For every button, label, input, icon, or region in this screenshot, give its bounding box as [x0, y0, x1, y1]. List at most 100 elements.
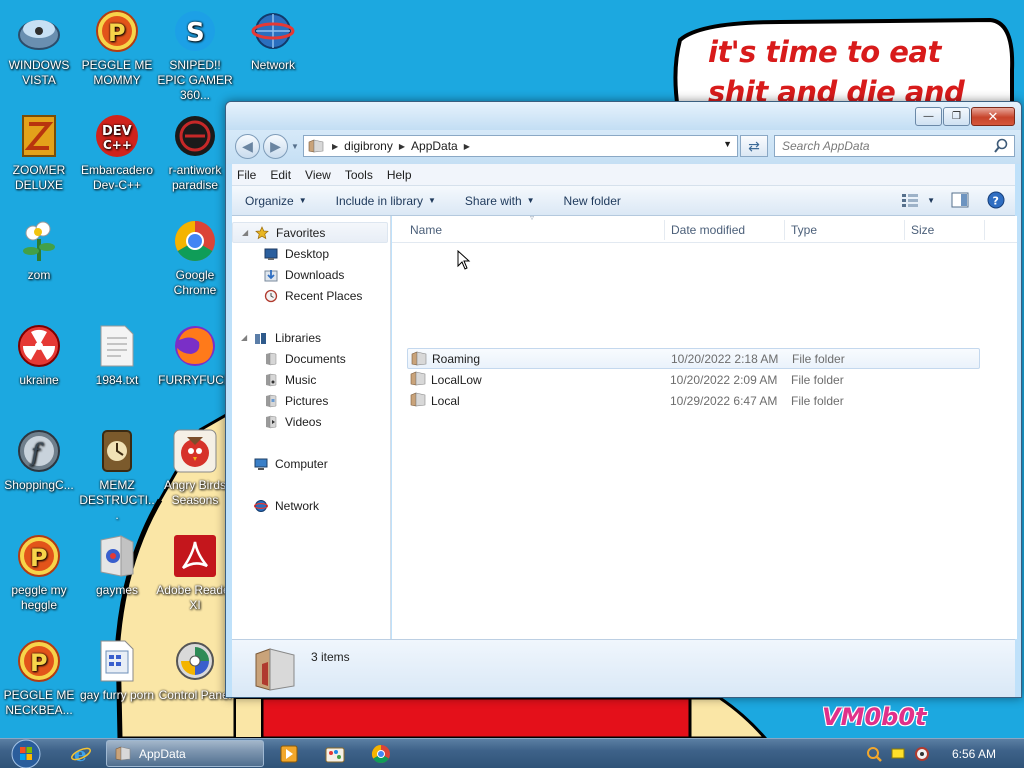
- angry-birds-icon: [172, 428, 218, 474]
- taskbar-chrome-button[interactable]: [358, 741, 404, 767]
- address-bar[interactable]: ▶ digibrony ▶ AppData ▶ ▼: [303, 135, 738, 157]
- taskbar-media-player-button[interactable]: [266, 741, 312, 767]
- menu-tools[interactable]: Tools: [345, 168, 373, 182]
- videos-icon: [266, 415, 277, 428]
- menu-help[interactable]: Help: [387, 168, 412, 182]
- desktop-icon-dev-cpp[interactable]: DEV C++ Embarcadero Dev-C++: [78, 113, 156, 193]
- media-player-icon: [280, 745, 298, 763]
- nav-downloads[interactable]: Downloads: [232, 264, 390, 285]
- menu-file[interactable]: File: [237, 168, 256, 182]
- nav-network[interactable]: Network: [232, 495, 390, 516]
- folder-icon: [308, 139, 324, 153]
- help-icon[interactable]: ?: [987, 191, 1005, 209]
- close-icon: ✕: [987, 108, 999, 124]
- back-button[interactable]: ◀: [235, 134, 260, 159]
- computer-icon: [254, 458, 268, 470]
- preview-pane-icon[interactable]: [951, 192, 969, 208]
- file-row-roaming[interactable]: Roaming 10/20/2022 2:18 AM File folder: [407, 348, 980, 369]
- menu-edit[interactable]: Edit: [270, 168, 291, 182]
- recent-pages-chevron-icon[interactable]: ▼: [291, 142, 299, 151]
- desktop-icon-gaymes[interactable]: gaymes: [78, 533, 156, 598]
- recent-places-icon: [264, 289, 278, 302]
- html-file-icon: [94, 638, 140, 684]
- item-count: 3 items: [311, 650, 350, 664]
- address-row: ◀ ▶ ▼ ▶ digibrony ▶ AppData ▶ ▼ ⇄ Search…: [226, 130, 1021, 164]
- file-name: Local: [431, 393, 460, 408]
- nav-videos[interactable]: Videos: [232, 411, 390, 432]
- details-pane: 3 items: [232, 639, 1015, 697]
- desktop-icon-r-antiwork[interactable]: r-antiwork paradise: [156, 113, 234, 193]
- view-options-icon[interactable]: [901, 193, 919, 207]
- menu-view[interactable]: View: [305, 168, 331, 182]
- chevron-down-icon[interactable]: ▼: [927, 196, 935, 205]
- minimize-button[interactable]: —: [915, 107, 942, 126]
- column-header-date-modified[interactable]: Date modified: [671, 223, 745, 237]
- desktop-icon-adobe-reader[interactable]: Adobe Reader XI: [156, 533, 234, 613]
- desktop-icon-memz[interactable]: MEMZ DESTRUCTI...: [78, 428, 156, 523]
- file-row-local[interactable]: Local 10/29/2022 6:47 AM File folder: [407, 390, 980, 411]
- svg-text:?: ?: [993, 195, 999, 208]
- desktop-icon-peggle-me-neckbea[interactable]: P PEGGLE ME NECKBEA...: [0, 638, 78, 718]
- column-header-size[interactable]: Size: [911, 223, 934, 237]
- desktop-icon-1984-txt[interactable]: 1984.txt: [78, 323, 156, 388]
- breadcrumb-appdata[interactable]: AppData: [411, 139, 458, 153]
- nav-favorites[interactable]: ◢ Favorites: [232, 222, 388, 243]
- column-header-type[interactable]: Type: [791, 223, 817, 237]
- folder-icon: [115, 746, 131, 761]
- nav-libraries[interactable]: ◢ Libraries: [232, 327, 390, 348]
- column-header-name[interactable]: Name: [410, 223, 442, 237]
- expand-arrow-icon[interactable]: ◢: [241, 333, 247, 342]
- desktop-icon: [264, 248, 278, 260]
- search-input[interactable]: Search AppData: [774, 135, 1015, 157]
- desktop-icon-sniped-epic-gamer[interactable]: S SNIPED!! EPIC GAMER 360...: [156, 8, 234, 103]
- desktop-icon-control-panel[interactable]: Control Panel: [156, 638, 234, 703]
- desktop-icon-google-chrome[interactable]: Google Chrome: [156, 218, 234, 298]
- maximize-button[interactable]: ❐: [943, 107, 970, 126]
- desktop-icon-windows-vista[interactable]: WINDOWS VISTA: [0, 8, 78, 88]
- folder-icon: [410, 371, 426, 386]
- desktop-icon-furryfuck[interactable]: FURRYFUCK: [156, 323, 234, 388]
- desktop-icon-network[interactable]: Network: [234, 8, 312, 73]
- text-file-icon: [94, 323, 140, 369]
- explorer-window: — ❐ ✕ ◀ ▶ ▼ ▶ digibrony ▶ AppData ▶ ▼ ⇄ …: [225, 101, 1022, 698]
- new-folder-button[interactable]: New folder: [564, 194, 621, 208]
- desktop-icon-peggle-me-mommy[interactable]: P PEGGLE ME MOMMY: [78, 8, 156, 88]
- nav-recent-places[interactable]: Recent Places: [232, 285, 390, 306]
- close-button[interactable]: ✕: [971, 107, 1015, 126]
- include-in-library-button[interactable]: Include in library ▼: [336, 194, 436, 208]
- volume-tray-icon[interactable]: [914, 746, 930, 762]
- address-dropdown-icon[interactable]: ▼: [723, 139, 732, 149]
- expand-arrow-icon[interactable]: ◢: [242, 228, 248, 237]
- desktop-icon-gay-furry-porn[interactable]: gay furry porn: [78, 638, 156, 703]
- taskbar-app-appdata[interactable]: AppData: [106, 740, 264, 767]
- forward-button[interactable]: ▶: [263, 134, 288, 159]
- file-row-locallow[interactable]: LocalLow 10/20/2022 2:09 AM File folder: [407, 369, 980, 390]
- nav-desktop[interactable]: Desktop: [232, 243, 390, 264]
- desktop-icon-zoomer-deluxe[interactable]: ZOOMER DELUXE: [0, 113, 78, 193]
- peggle-icon: P: [94, 8, 140, 54]
- nav-documents[interactable]: Documents: [232, 348, 390, 369]
- title-bar[interactable]: — ❐ ✕: [226, 102, 1021, 130]
- desktop-icon-peggle-my-heggle[interactable]: P peggle my heggle: [0, 533, 78, 613]
- desktop-icon-ukraine[interactable]: ukraine: [0, 323, 78, 388]
- clock[interactable]: 6:56 AM: [952, 747, 996, 761]
- desktop-icon-angry-birds-seasons[interactable]: Angry Birds Seasons: [156, 428, 234, 508]
- organize-button[interactable]: Organize ▼: [245, 194, 307, 208]
- share-with-button[interactable]: Share with ▼: [465, 194, 535, 208]
- nav-music[interactable]: Music: [232, 369, 390, 390]
- start-button[interactable]: [6, 739, 46, 768]
- refresh-icon: ⇄: [748, 137, 760, 154]
- desktop-icon-zom[interactable]: zom: [0, 218, 78, 283]
- notification-flag-icon[interactable]: [890, 746, 906, 762]
- search-tray-icon[interactable]: [866, 746, 882, 762]
- nav-computer[interactable]: Computer: [232, 453, 390, 474]
- taskbar-ie-button[interactable]: e: [58, 741, 104, 767]
- desktop-icon-shoppingc[interactable]: f ShoppingC...: [0, 428, 78, 493]
- nav-pictures[interactable]: Pictures: [232, 390, 390, 411]
- breadcrumb-separator-icon: ▶: [398, 141, 406, 151]
- svg-text:P: P: [30, 649, 48, 677]
- music-icon: [266, 373, 277, 386]
- refresh-button[interactable]: ⇄: [740, 135, 768, 157]
- taskbar-paint-button[interactable]: [312, 741, 358, 767]
- breadcrumb-digibrony[interactable]: digibrony: [344, 139, 393, 153]
